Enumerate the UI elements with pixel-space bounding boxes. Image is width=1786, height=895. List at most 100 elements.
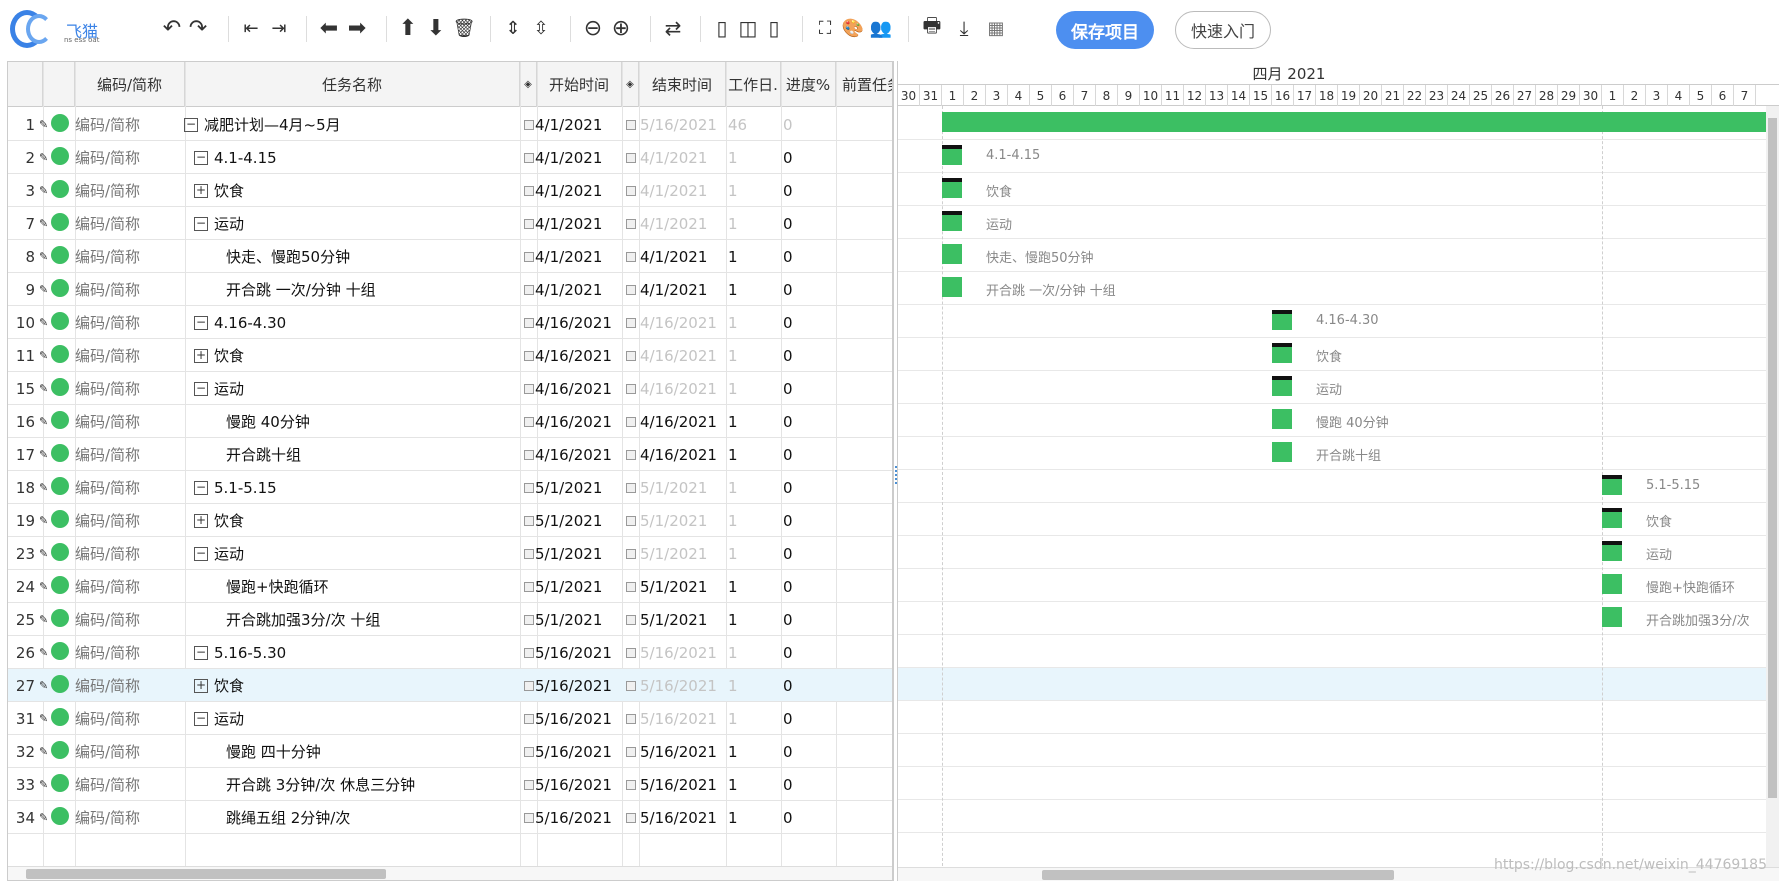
- workdays-cell[interactable]: 1: [728, 141, 778, 174]
- progress-cell[interactable]: 0: [783, 438, 833, 471]
- header-work[interactable]: 工作日.: [726, 62, 781, 107]
- header-start-toggle-icon[interactable]: ◈: [520, 62, 537, 107]
- code-cell[interactable]: 编码/简称: [75, 702, 185, 735]
- start-checkbox[interactable]: [524, 780, 534, 790]
- start-date-cell[interactable]: 5/1/2021: [535, 504, 625, 537]
- expand-icon[interactable]: +: [194, 678, 208, 693]
- table-row[interactable]: 3 ✎ 编码/简称 + 饮食 4/1/2021 4/1/2021 1 0: [8, 174, 892, 207]
- start-checkbox[interactable]: [524, 714, 534, 724]
- progress-cell[interactable]: 0: [783, 669, 833, 702]
- end-checkbox[interactable]: [626, 615, 636, 625]
- start-date-cell[interactable]: 4/16/2021: [535, 339, 625, 372]
- collapse-icon[interactable]: −: [194, 150, 208, 165]
- move-down-icon[interactable]: ⬇: [424, 12, 448, 44]
- start-date-cell[interactable]: 4/16/2021: [535, 372, 625, 405]
- start-checkbox[interactable]: [524, 450, 534, 460]
- progress-cell[interactable]: 0: [783, 240, 833, 273]
- edit-pencil-icon[interactable]: ✎: [39, 504, 51, 537]
- redo-icon[interactable]: ↷: [186, 12, 210, 44]
- code-cell[interactable]: 编码/简称: [75, 669, 185, 702]
- table-row[interactable]: 26 ✎ 编码/简称 −5.16-5.30 5/16/2021 5/16/2021 1 0: [8, 636, 892, 669]
- progress-cell[interactable]: 0: [783, 339, 833, 372]
- expand-icon[interactable]: +: [194, 513, 208, 528]
- code-cell[interactable]: 编码/简称: [75, 273, 185, 306]
- workdays-cell[interactable]: 1: [728, 306, 778, 339]
- task-name-cell[interactable]: 慢跑 40分钟: [184, 405, 519, 438]
- code-cell[interactable]: 编码/简称: [75, 735, 185, 768]
- start-date-cell[interactable]: 5/16/2021: [535, 768, 625, 801]
- end-date-cell[interactable]: 4/16/2021: [640, 372, 730, 405]
- end-checkbox[interactable]: [626, 714, 636, 724]
- table-row[interactable]: 1 ✎ 编码/简称 − 减肥计划—4月~5月 4/1/2021 5/16/2021 46 0: [8, 108, 892, 141]
- fullscreen-icon[interactable]: ⛶: [812, 12, 838, 44]
- progress-cell[interactable]: 0: [783, 603, 833, 636]
- start-date-cell[interactable]: 5/16/2021: [535, 669, 625, 702]
- collapse-icon[interactable]: −: [194, 711, 208, 726]
- code-cell[interactable]: 编码/简称: [75, 372, 185, 405]
- end-checkbox[interactable]: [626, 582, 636, 592]
- task-bar[interactable]: [942, 277, 962, 297]
- task-name-cell[interactable]: −5.1-5.15: [184, 471, 519, 504]
- collapse-icon[interactable]: −: [194, 315, 208, 330]
- end-date-cell[interactable]: 5/1/2021: [640, 603, 730, 636]
- task-name-cell[interactable]: − 运动: [184, 207, 519, 240]
- task-bar[interactable]: [942, 178, 962, 198]
- end-checkbox[interactable]: [626, 318, 636, 328]
- task-name-cell[interactable]: −4.16-4.30: [184, 306, 519, 339]
- task-bar[interactable]: [942, 211, 962, 231]
- end-checkbox[interactable]: [626, 648, 636, 658]
- end-date-cell[interactable]: 5/16/2021: [640, 669, 730, 702]
- workdays-cell[interactable]: 1: [728, 273, 778, 306]
- header-end-toggle-icon[interactable]: ◈: [622, 62, 639, 107]
- edit-pencil-icon[interactable]: ✎: [39, 768, 51, 801]
- undo-icon[interactable]: ↶: [160, 12, 184, 44]
- code-cell[interactable]: 编码/简称: [75, 603, 185, 636]
- workdays-cell[interactable]: 1: [728, 801, 778, 834]
- task-name-cell[interactable]: + 饮食: [184, 339, 519, 372]
- code-cell[interactable]: 编码/简称: [75, 471, 185, 504]
- header-predecessor[interactable]: 前置任务: [836, 62, 892, 107]
- layout-right-icon[interactable]: ▯: [762, 12, 786, 44]
- end-date-cell[interactable]: 4/16/2021: [640, 306, 730, 339]
- start-checkbox[interactable]: [524, 648, 534, 658]
- progress-cell[interactable]: 0: [783, 471, 833, 504]
- workdays-cell[interactable]: 46: [728, 108, 778, 141]
- start-date-cell[interactable]: 4/1/2021: [535, 240, 625, 273]
- quick-start-button[interactable]: 快速入门: [1175, 11, 1271, 49]
- task-bar[interactable]: [1272, 310, 1292, 330]
- end-checkbox[interactable]: [626, 681, 636, 691]
- table-row[interactable]: 25 ✎ 编码/简称 开合跳加强3分/次 十组 5/1/2021 5/1/2021 1 0: [8, 603, 892, 636]
- layout-split-icon[interactable]: ◫: [736, 12, 760, 44]
- task-name-cell[interactable]: 开合跳 一次/分钟 十组: [184, 273, 519, 306]
- edit-pencil-icon[interactable]: ✎: [39, 471, 51, 504]
- table-row[interactable]: 8 ✎ 编码/简称 快走、慢跑50分钟 4/1/2021 4/1/2021 1 0: [8, 240, 892, 273]
- end-checkbox[interactable]: [626, 813, 636, 823]
- end-checkbox[interactable]: [626, 252, 636, 262]
- task-bar[interactable]: [1602, 574, 1622, 594]
- header-progress[interactable]: 进度%: [781, 62, 836, 107]
- code-cell[interactable]: 编码/简称: [75, 174, 185, 207]
- task-name-cell[interactable]: 开合跳加强3分/次 十组: [184, 603, 519, 636]
- end-date-cell[interactable]: 5/16/2021: [640, 636, 730, 669]
- edit-pencil-icon[interactable]: ✎: [39, 339, 51, 372]
- workdays-cell[interactable]: 1: [728, 438, 778, 471]
- table-row[interactable]: 7 ✎ 编码/简称 − 运动 4/1/2021 4/1/2021 1 0: [8, 207, 892, 240]
- workdays-cell[interactable]: 1: [728, 537, 778, 570]
- table-row[interactable]: 17 ✎ 编码/简称 开合跳十组 4/16/2021 4/16/2021 1 0: [8, 438, 892, 471]
- task-name-cell[interactable]: 开合跳 3分钟/次 休息三分钟: [184, 768, 519, 801]
- table-row[interactable]: 23 ✎ 编码/简称 − 运动 5/1/2021 5/1/2021 1 0: [8, 537, 892, 570]
- table-row[interactable]: 16 ✎ 编码/简称 慢跑 40分钟 4/16/2021 4/16/2021 1 0: [8, 405, 892, 438]
- edit-pencil-icon[interactable]: ✎: [39, 801, 51, 834]
- code-cell[interactable]: 编码/简称: [75, 537, 185, 570]
- workdays-cell[interactable]: 1: [728, 207, 778, 240]
- task-name-cell[interactable]: − 运动: [184, 702, 519, 735]
- header-task[interactable]: 任务名称: [185, 62, 520, 107]
- progress-cell[interactable]: 0: [783, 405, 833, 438]
- progress-cell[interactable]: 0: [783, 636, 833, 669]
- progress-cell[interactable]: 0: [783, 768, 833, 801]
- code-cell[interactable]: 编码/简称: [75, 636, 185, 669]
- end-date-cell[interactable]: 5/16/2021: [640, 108, 730, 141]
- collapse-icon[interactable]: −: [194, 480, 208, 495]
- table-row[interactable]: 31 ✎ 编码/简称 − 运动 5/16/2021 5/16/2021 1 0: [8, 702, 892, 735]
- end-date-cell[interactable]: 4/1/2021: [640, 273, 730, 306]
